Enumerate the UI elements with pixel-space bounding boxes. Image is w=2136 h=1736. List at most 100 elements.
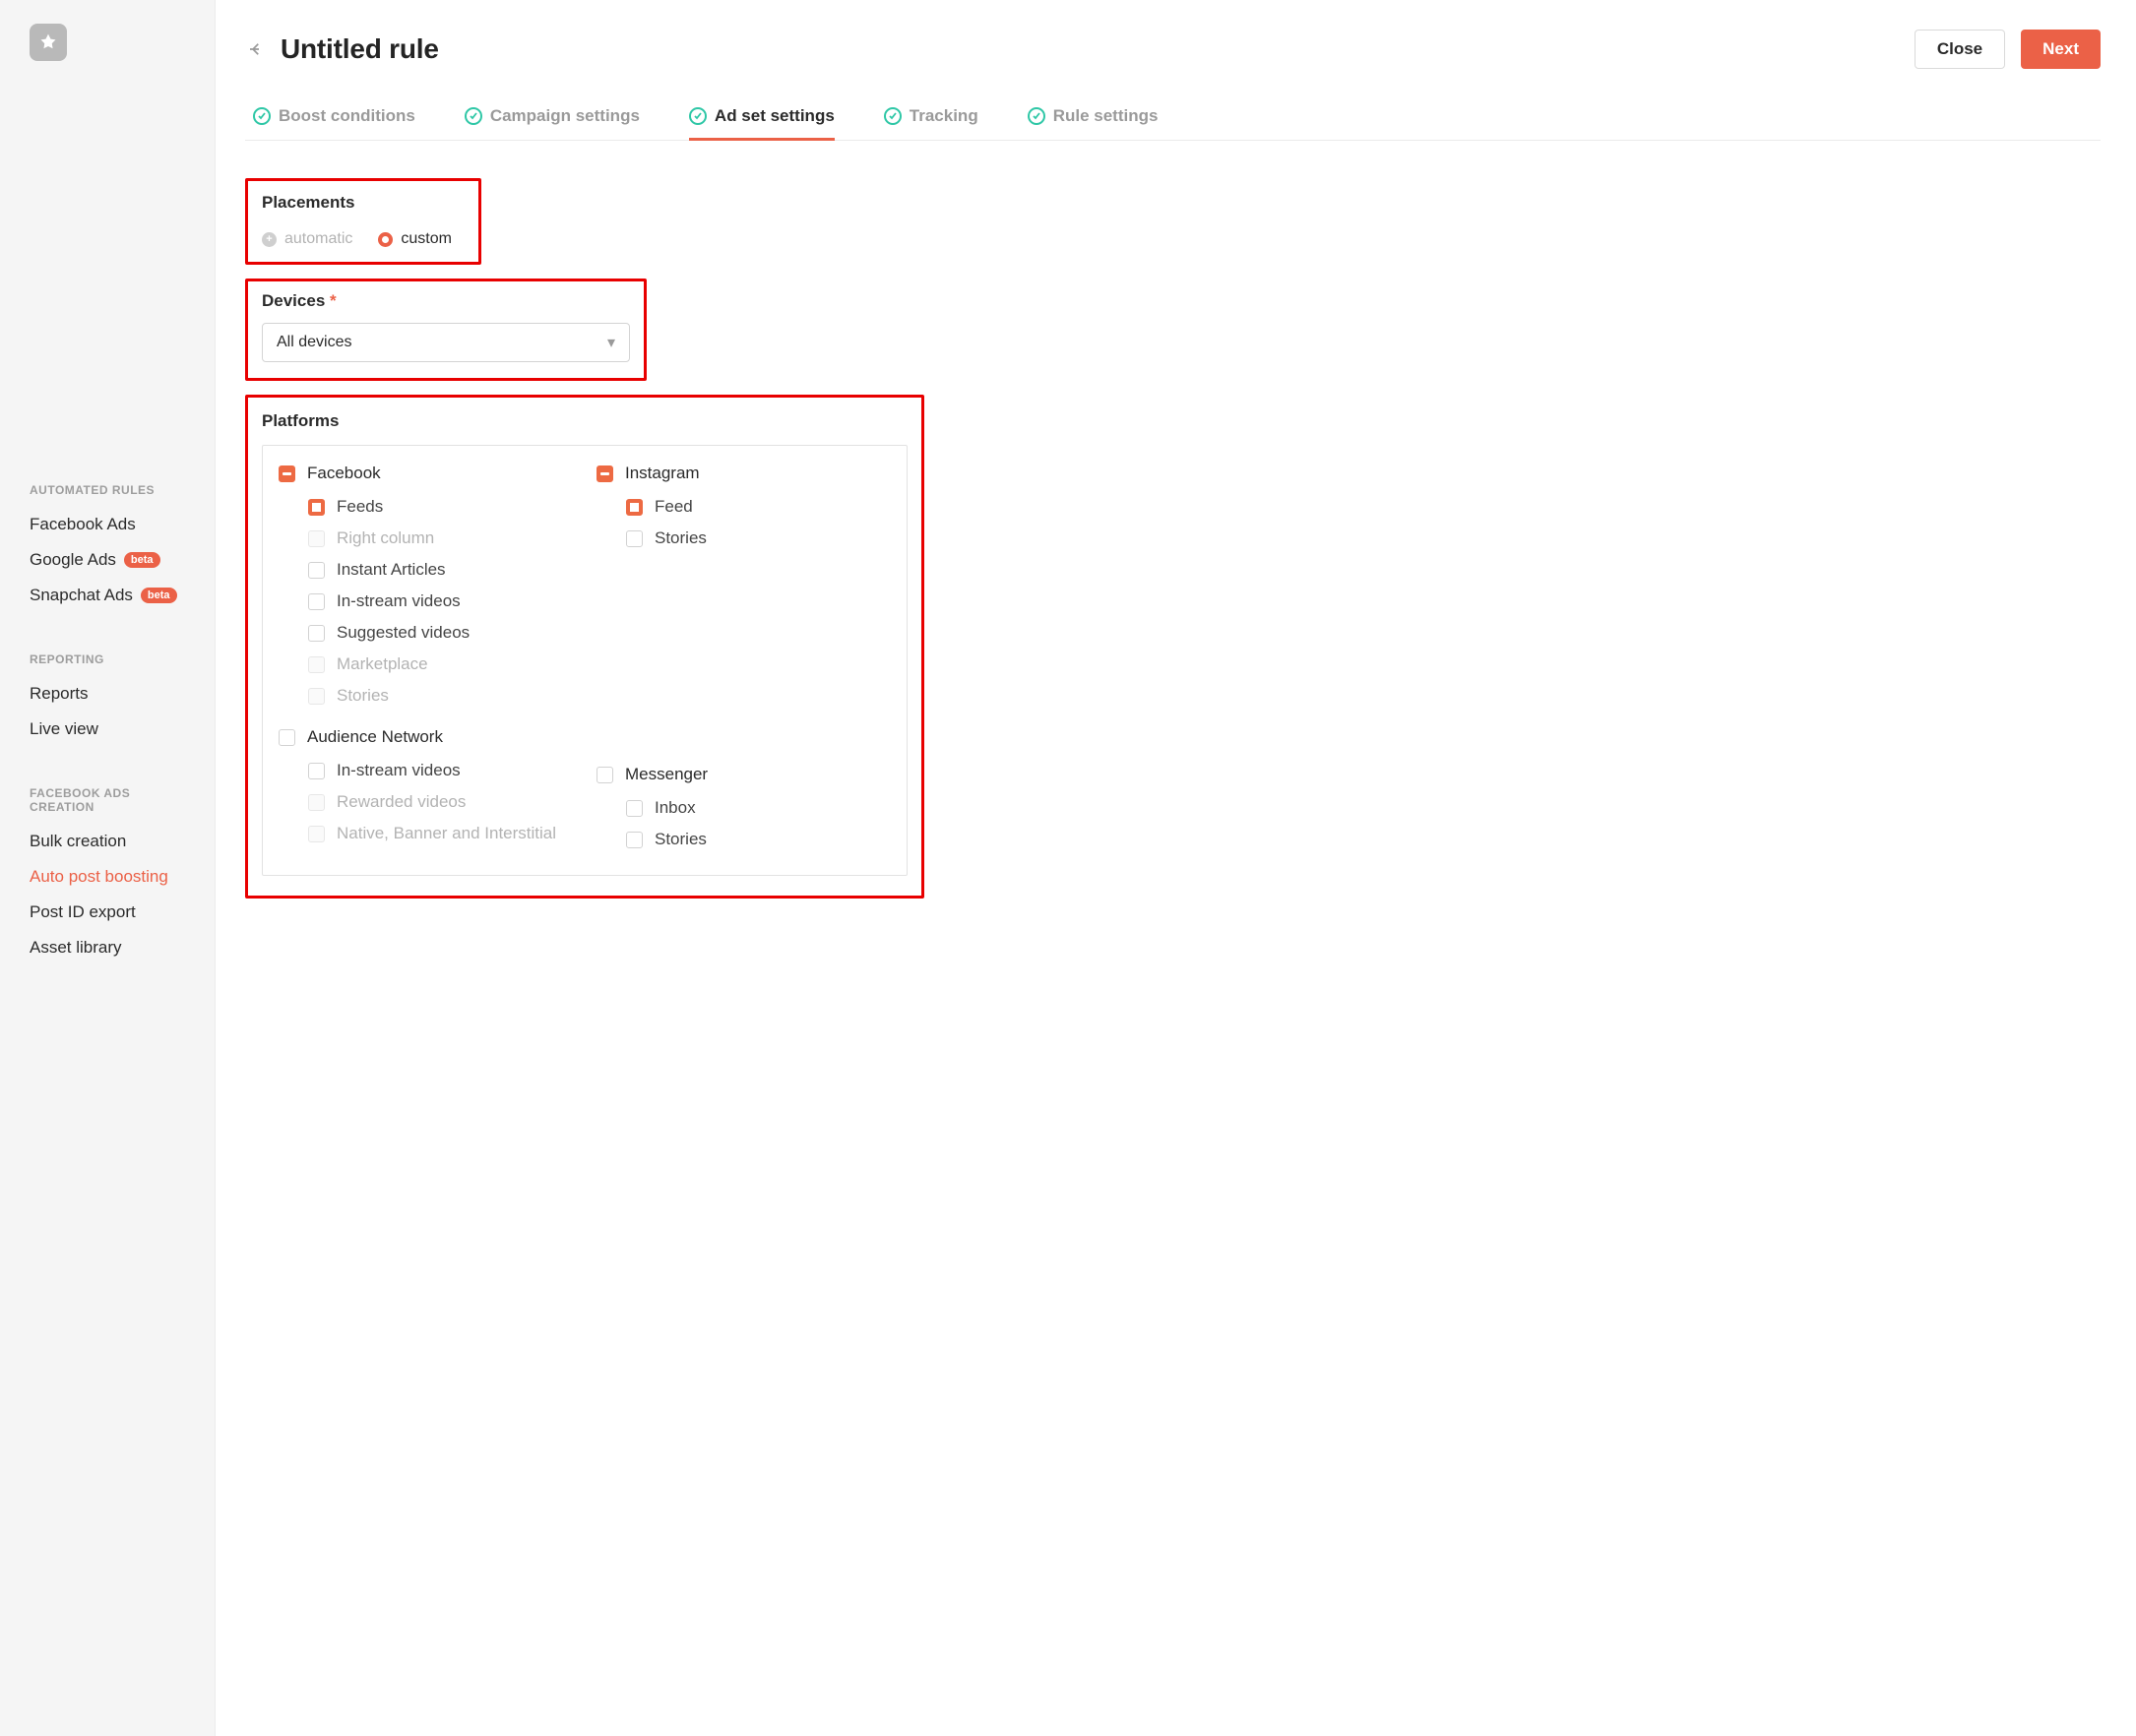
checkbox-indeterminate-icon[interactable] <box>279 465 295 482</box>
plat-item-label: Instant Articles <box>337 560 446 580</box>
tab-label: Ad set settings <box>715 106 835 126</box>
platform-group-facebook: Facebook Feeds Right column Instant Arti… <box>279 464 573 706</box>
checkbox-icon <box>626 832 643 848</box>
tab-ad-set-settings[interactable]: Ad set settings <box>689 106 835 140</box>
plat-item-msgr-inbox[interactable]: Inbox <box>626 798 891 818</box>
platform-group-messenger: Messenger Inbox Stories <box>597 765 891 849</box>
sidebar-item-label: Snapchat Ads <box>30 586 133 605</box>
plat-item-label: Inbox <box>655 798 696 818</box>
tab-tracking[interactable]: Tracking <box>884 106 978 140</box>
checkbox-icon <box>308 763 325 779</box>
app-logo[interactable] <box>30 24 67 61</box>
sidebar-item-label: Asset library <box>30 938 122 958</box>
placements-radio-automatic[interactable]: automatic <box>262 230 352 248</box>
checkbox-disabled-icon <box>308 794 325 811</box>
devices-section: Devices * All devices ▾ <box>245 279 647 381</box>
radio-off-icon <box>262 232 277 247</box>
plat-item-label: Marketplace <box>337 654 428 674</box>
plat-item-label: In-stream videos <box>337 591 461 611</box>
tab-campaign-settings[interactable]: Campaign settings <box>465 106 640 140</box>
sidebar-item-label: Post ID export <box>30 902 136 922</box>
plat-item-ig-stories[interactable]: Stories <box>626 528 891 548</box>
tab-boost-conditions[interactable]: Boost conditions <box>253 106 415 140</box>
sidebar: AUTOMATED RULES Facebook Ads Google Ads … <box>0 0 216 1736</box>
plat-item-fb-feeds[interactable]: Feeds <box>308 497 573 517</box>
back-button[interactable] <box>245 38 267 60</box>
beta-badge: beta <box>141 588 177 603</box>
sidebar-item-asset-library[interactable]: Asset library <box>0 930 215 965</box>
tab-label: Campaign settings <box>490 106 640 126</box>
platform-group-audience-network: Audience Network In-stream videos Reward… <box>279 727 573 843</box>
platforms-title: Platforms <box>262 411 908 431</box>
close-button[interactable]: Close <box>1915 30 2005 69</box>
plat-item-fb-instant-articles[interactable]: Instant Articles <box>308 560 573 580</box>
sidebar-section-automated-rules: AUTOMATED RULES <box>0 469 215 507</box>
tab-rule-settings[interactable]: Rule settings <box>1028 106 1159 140</box>
main-content: Untitled rule Close Next Boost condition… <box>216 0 2136 1736</box>
platform-label: Facebook <box>307 464 381 483</box>
plat-item-fb-suggested-videos[interactable]: Suggested videos <box>308 623 573 643</box>
plat-item-label: Native, Banner and Interstitial <box>337 824 556 843</box>
sidebar-item-label: Facebook Ads <box>30 515 136 534</box>
caret-down-icon: ▾ <box>607 333 615 352</box>
devices-title: Devices * <box>262 291 630 311</box>
plat-item-an-in-stream-videos[interactable]: In-stream videos <box>308 761 573 780</box>
radio-label: custom <box>401 230 452 248</box>
sidebar-item-bulk-creation[interactable]: Bulk creation <box>0 824 215 859</box>
plat-item-an-native-banner[interactable]: Native, Banner and Interstitial <box>308 824 573 843</box>
logo-icon <box>38 32 58 52</box>
sidebar-section-reporting: REPORTING <box>0 639 215 676</box>
checkbox-disabled-icon <box>308 656 325 673</box>
sidebar-item-auto-post-boosting[interactable]: Auto post boosting <box>0 859 215 895</box>
placements-radio-custom[interactable]: custom <box>378 230 452 248</box>
required-mark: * <box>330 291 337 310</box>
check-circle-icon <box>689 107 707 125</box>
plat-item-ig-feed[interactable]: Feed <box>626 497 891 517</box>
checkbox-checked-icon <box>626 499 643 516</box>
checkbox-icon[interactable] <box>597 767 613 783</box>
plat-item-fb-in-stream-videos[interactable]: In-stream videos <box>308 591 573 611</box>
plat-item-label: Right column <box>337 528 434 548</box>
check-circle-icon <box>253 107 271 125</box>
check-circle-icon <box>884 107 902 125</box>
sidebar-item-post-id-export[interactable]: Post ID export <box>0 895 215 930</box>
checkbox-indeterminate-icon[interactable] <box>597 465 613 482</box>
platform-label: Audience Network <box>307 727 443 747</box>
plat-item-fb-stories[interactable]: Stories <box>308 686 573 706</box>
placements-section: Placements automatic custom <box>245 178 481 265</box>
plat-item-an-rewarded-videos[interactable]: Rewarded videos <box>308 792 573 812</box>
devices-value: All devices <box>277 334 351 351</box>
plat-item-fb-right-column[interactable]: Right column <box>308 528 573 548</box>
page-title: Untitled rule <box>281 33 439 65</box>
plat-item-label: Feed <box>655 497 693 517</box>
sidebar-item-facebook-ads[interactable]: Facebook Ads <box>0 507 215 542</box>
platform-label: Messenger <box>625 765 708 784</box>
platform-label: Instagram <box>625 464 700 483</box>
checkbox-icon[interactable] <box>279 729 295 746</box>
plat-item-label: Stories <box>337 686 389 706</box>
placements-title: Placements <box>262 193 465 213</box>
checkbox-icon <box>626 530 643 547</box>
plat-item-fb-marketplace[interactable]: Marketplace <box>308 654 573 674</box>
sidebar-item-live-view[interactable]: Live view <box>0 712 215 747</box>
sidebar-item-snapchat-ads[interactable]: Snapchat Ads beta <box>0 578 215 613</box>
plat-item-label: In-stream videos <box>337 761 461 780</box>
sidebar-item-reports[interactable]: Reports <box>0 676 215 712</box>
plat-item-label: Feeds <box>337 497 383 517</box>
checkbox-disabled-icon <box>308 826 325 842</box>
checkbox-checked-icon <box>308 499 325 516</box>
devices-select[interactable]: All devices ▾ <box>262 323 630 362</box>
devices-title-text: Devices <box>262 291 325 310</box>
page-header: Untitled rule Close Next <box>245 30 2101 69</box>
next-button[interactable]: Next <box>2021 30 2101 69</box>
sidebar-item-label: Google Ads <box>30 550 116 570</box>
sidebar-item-google-ads[interactable]: Google Ads beta <box>0 542 215 578</box>
plat-item-msgr-stories[interactable]: Stories <box>626 830 891 849</box>
radio-label: automatic <box>284 230 352 248</box>
checkbox-disabled-icon <box>308 688 325 705</box>
plat-item-label: Stories <box>655 528 707 548</box>
check-circle-icon <box>465 107 482 125</box>
platforms-section: Platforms Facebook Feeds <box>245 395 924 899</box>
plat-item-label: Stories <box>655 830 707 849</box>
checkbox-disabled-icon <box>308 530 325 547</box>
